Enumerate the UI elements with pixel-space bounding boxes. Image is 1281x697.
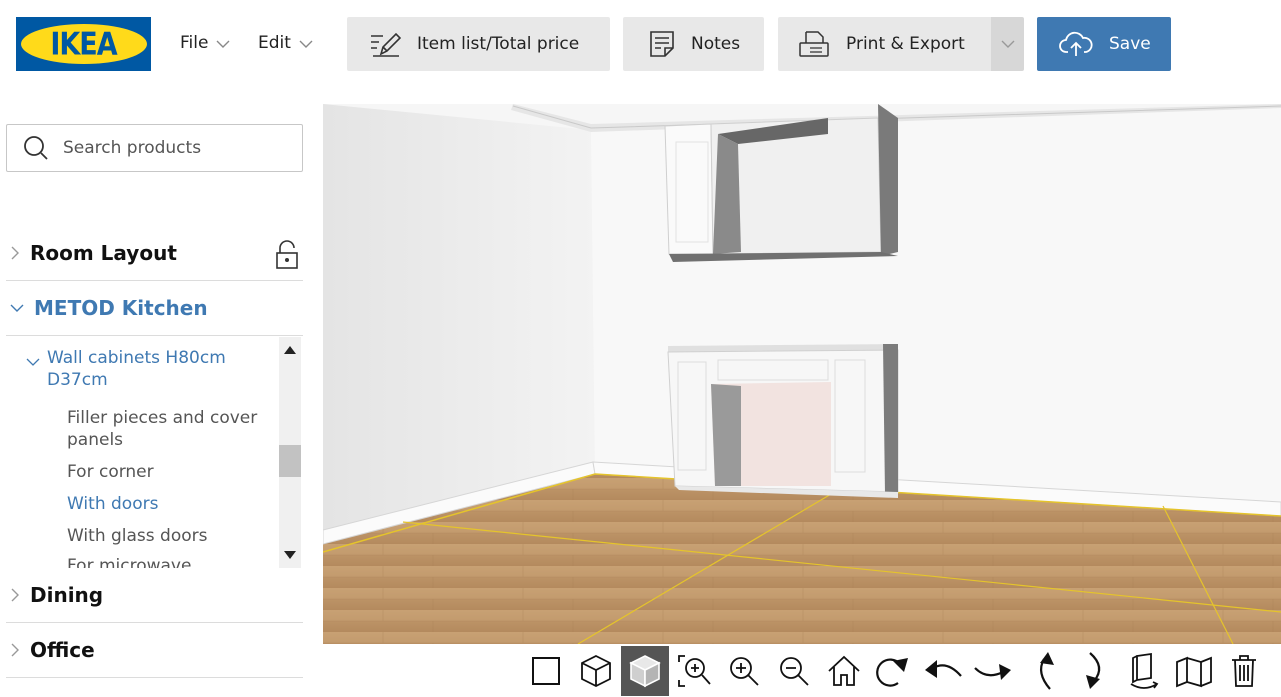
- zoom-area-icon: [678, 655, 711, 687]
- 3d-wireframe-button[interactable]: [572, 646, 620, 696]
- chevron-down-icon: [216, 40, 230, 48]
- 3d-viewport[interactable]: [323, 104, 1281, 644]
- print-export-label: Print & Export: [846, 34, 965, 54]
- room-scene: [323, 104, 1281, 644]
- zoom-in-button[interactable]: [720, 646, 768, 696]
- scrollbar-thumb[interactable]: [279, 445, 301, 477]
- subcategory-label: Wall cabinets H80cm D37cm: [47, 348, 226, 390]
- wall-cabinet-upper[interactable]: [664, 104, 898, 262]
- logo-oval: IKEA: [20, 24, 147, 64]
- category-label: METOD Kitchen: [34, 296, 208, 320]
- item-list-button[interactable]: Item list/Total price: [347, 17, 610, 71]
- category-dining[interactable]: Dining: [6, 568, 303, 623]
- edit-menu[interactable]: Edit: [258, 33, 313, 53]
- wall-visibility-button[interactable]: [1120, 646, 1168, 696]
- category-room-layout[interactable]: Room Layout: [6, 226, 303, 281]
- rotate-icon: [876, 658, 908, 687]
- file-menu[interactable]: File: [180, 33, 230, 53]
- list-item-for-microwave[interactable]: For microwave: [67, 555, 277, 568]
- edit-menu-label: Edit: [258, 33, 291, 53]
- 2d-view-button[interactable]: [522, 646, 570, 696]
- chevron-down-icon: [10, 304, 24, 312]
- pan-left-button[interactable]: [919, 646, 967, 696]
- zoom-out-icon: [780, 657, 809, 686]
- chevron-down-icon: [26, 358, 40, 366]
- walls-icon: [1176, 656, 1212, 688]
- pan-left-icon: [925, 660, 962, 678]
- list-item-filler-pieces[interactable]: Filler pieces and cover panels: [67, 407, 277, 451]
- tilt-up-button[interactable]: [1021, 646, 1069, 696]
- delete-icon: [1232, 655, 1256, 687]
- print-icon: [799, 31, 829, 57]
- scroll-down-icon[interactable]: [283, 550, 297, 560]
- category-label: Office: [30, 638, 95, 662]
- chevron-down-icon: [1001, 40, 1014, 48]
- search-box[interactable]: [6, 124, 303, 172]
- chevron-right-icon: [11, 643, 19, 657]
- save-label: Save: [1109, 34, 1151, 54]
- search-input[interactable]: [63, 138, 283, 158]
- tilt-up-icon: [1039, 652, 1054, 690]
- scroll-up-icon[interactable]: [283, 345, 297, 355]
- file-menu-label: File: [180, 33, 209, 53]
- logo-text: IKEA: [50, 26, 117, 62]
- list-item-for-corner[interactable]: For corner: [67, 461, 277, 483]
- cloud-upload-icon: [1059, 31, 1093, 56]
- category-metod-kitchen[interactable]: METOD Kitchen: [6, 281, 303, 336]
- chevron-right-icon: [11, 588, 19, 602]
- walls-button[interactable]: [1170, 646, 1218, 696]
- pan-right-icon: [974, 664, 1011, 680]
- zoom-area-button[interactable]: [671, 646, 719, 696]
- unlock-icon[interactable]: [275, 240, 299, 270]
- zoom-out-button[interactable]: [770, 646, 818, 696]
- base-cabinet-lower[interactable]: [667, 344, 899, 498]
- chevron-down-icon: [299, 40, 313, 48]
- tilt-down-button[interactable]: [1071, 646, 1119, 696]
- ikea-logo[interactable]: IKEA: [16, 17, 151, 71]
- home-view-icon: [828, 655, 860, 686]
- item-list-label: Item list/Total price: [417, 34, 580, 54]
- tilt-down-icon: [1086, 652, 1101, 689]
- top-toolbar: IKEA File Edit Item list/Total price Not…: [0, 0, 1281, 104]
- home-view-button[interactable]: [820, 646, 868, 696]
- list-item-with-doors[interactable]: With doors: [67, 493, 277, 515]
- subcategory-wall-cabinets[interactable]: Wall cabinets H80cm D37cm: [26, 347, 276, 391]
- list-item-with-glass-doors[interactable]: With glass doors: [67, 525, 277, 547]
- category-office[interactable]: Office: [6, 623, 303, 678]
- zoom-in-icon: [730, 657, 759, 686]
- notes-label: Notes: [691, 34, 741, 54]
- product-sidebar: Room Layout METOD Kitchen Wall cabinets …: [0, 104, 323, 697]
- notes-icon: [650, 31, 674, 57]
- view-toolbar: [323, 644, 1281, 697]
- category-label: Room Layout: [30, 241, 177, 265]
- 3d-view-button[interactable]: [621, 646, 669, 696]
- delete-button[interactable]: [1220, 646, 1268, 696]
- wall-visibility-icon: [1130, 652, 1159, 689]
- print-export-dropdown[interactable]: [991, 17, 1024, 71]
- 2d-view-icon: [532, 657, 560, 685]
- search-icon: [24, 136, 48, 160]
- pencil-list-icon: [371, 32, 401, 57]
- category-label: Dining: [30, 583, 104, 607]
- subcategory-list: Wall cabinets H80cm D37cm Filler pieces …: [6, 337, 303, 568]
- chevron-right-icon: [11, 246, 19, 260]
- pan-right-button[interactable]: [969, 646, 1017, 696]
- print-export-button[interactable]: Print & Export: [778, 17, 991, 71]
- rotate-button[interactable]: [869, 646, 917, 696]
- 3d-wireframe-icon: [581, 654, 611, 688]
- 3d-view-icon: [629, 655, 661, 688]
- notes-button[interactable]: Notes: [623, 17, 764, 71]
- save-button[interactable]: Save: [1037, 17, 1171, 71]
